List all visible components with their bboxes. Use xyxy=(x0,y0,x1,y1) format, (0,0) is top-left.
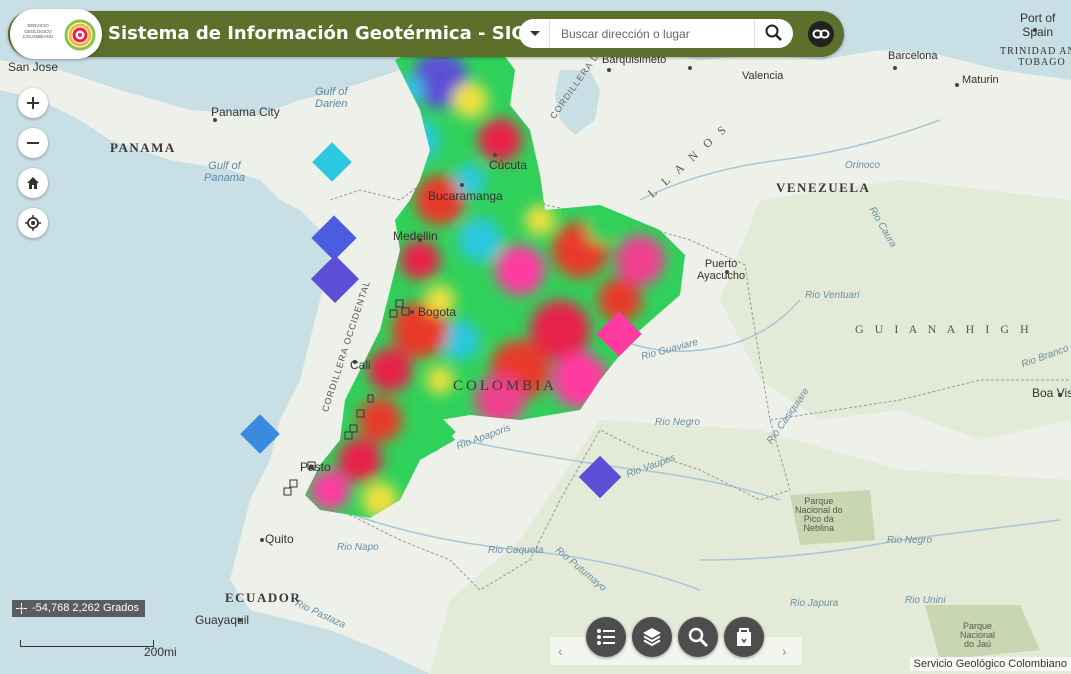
label-bucaramanga: Bucaramanga xyxy=(428,189,503,203)
logo-spiral-icon xyxy=(64,19,96,51)
label-puerto-ayacucho: Puerto Ayacucho xyxy=(697,258,746,282)
locate-icon xyxy=(25,215,41,231)
home-icon xyxy=(27,177,39,189)
label-jau: Parque Nacional do Jaú xyxy=(960,621,996,649)
label-panama-city: Panama City xyxy=(211,105,280,119)
label-napo: Rio Napo xyxy=(337,542,379,553)
list-icon xyxy=(597,629,615,645)
base-map[interactable] xyxy=(0,0,1071,674)
label-maturin: Maturin xyxy=(962,74,999,86)
scale-bar xyxy=(20,640,154,647)
label-ventuari: Rio Ventuari xyxy=(805,290,860,301)
search-source-dropdown[interactable] xyxy=(519,19,550,48)
search-zoom-icon xyxy=(688,627,709,648)
label-cucuta: Cúcuta xyxy=(489,158,528,172)
label-caqueta: Rio Caqueta xyxy=(488,545,544,556)
share-link-button[interactable] xyxy=(808,21,834,47)
label-bogota: Bogota xyxy=(418,305,457,319)
print-icon xyxy=(737,628,751,646)
zoom-out-button[interactable] xyxy=(18,128,48,158)
label-pico-neblina: Parque Nacional do Pico da Neblina xyxy=(795,496,843,533)
label-quito: Quito xyxy=(265,532,294,546)
label-guayaquil: Guayaquil xyxy=(195,613,250,627)
label-unini: Rio Unini xyxy=(905,595,946,606)
label-rio-negro-1: Rio Negro xyxy=(655,417,701,428)
logo-text: SERVICIO GEOLÓGICO COLOMBIANO xyxy=(22,23,54,39)
coordinate-text: -54,768 2,262 Grados xyxy=(32,602,140,614)
coordinate-readout[interactable]: -54,768 2,262 Grados xyxy=(12,600,146,617)
plus-icon xyxy=(27,97,39,109)
label-venezuela: VENEZUELA xyxy=(776,180,871,195)
label-panama: PANAMA xyxy=(110,140,176,155)
label-japura: Rio Japura xyxy=(790,598,839,609)
label-ecuador: ECUADOR xyxy=(225,590,302,605)
search-button[interactable] xyxy=(754,19,793,48)
search-input[interactable] xyxy=(559,23,753,45)
label-rio-negro-2: Rio Negro xyxy=(887,535,933,546)
label-guiana: G U I A N A H I G H xyxy=(855,322,1033,336)
scroll-left-arrow-icon[interactable]: ‹ xyxy=(558,643,563,659)
scale-label: 200mi xyxy=(144,645,177,659)
layers-icon xyxy=(643,628,661,647)
label-colombia: COLOMBIA xyxy=(453,378,558,394)
label-boa-vista: Boa Vis xyxy=(1032,386,1071,400)
attribution: Servicio Geológico Colombiano xyxy=(909,657,1071,671)
search-icon xyxy=(765,24,782,41)
scroll-right-arrow-icon[interactable]: › xyxy=(782,643,787,659)
minus-icon xyxy=(27,142,39,144)
label-cali: Cali xyxy=(350,358,371,372)
link-icon xyxy=(812,29,830,39)
search-box xyxy=(519,19,793,48)
query-button[interactable] xyxy=(678,617,718,657)
layers-button[interactable] xyxy=(632,617,672,657)
app-header: SERVICIO GEOLÓGICO COLOMBIANO Sistema de… xyxy=(8,9,844,59)
label-pasto: Pasto xyxy=(300,460,331,474)
locate-button[interactable] xyxy=(18,208,48,238)
zoom-in-button[interactable] xyxy=(18,88,48,118)
crosshair-icon xyxy=(16,603,27,614)
label-port-of-spain: Port of Spain xyxy=(1020,11,1056,39)
print-button[interactable] xyxy=(724,617,764,657)
home-button[interactable] xyxy=(18,168,48,198)
app-title: Sistema de Información Geotérmica - SIGT… xyxy=(108,23,548,44)
label-san-jose: San Jose xyxy=(8,60,59,74)
label-orinoco: Orinoco xyxy=(845,160,881,171)
label-valencia: Valencia xyxy=(742,70,784,82)
label-gulf-darien: Gulf of Darien xyxy=(315,86,348,110)
label-gulf-panama: Gulf of Panama xyxy=(204,160,245,184)
sgc-logo[interactable]: SERVICIO GEOLÓGICO COLOMBIANO xyxy=(10,9,102,59)
label-medellin: Medellin xyxy=(393,229,438,243)
label-trinidad: TRINIDAD AND TOBAGO xyxy=(1000,46,1071,68)
legend-button[interactable] xyxy=(586,617,626,657)
label-barcelona: Barcelona xyxy=(888,50,938,62)
